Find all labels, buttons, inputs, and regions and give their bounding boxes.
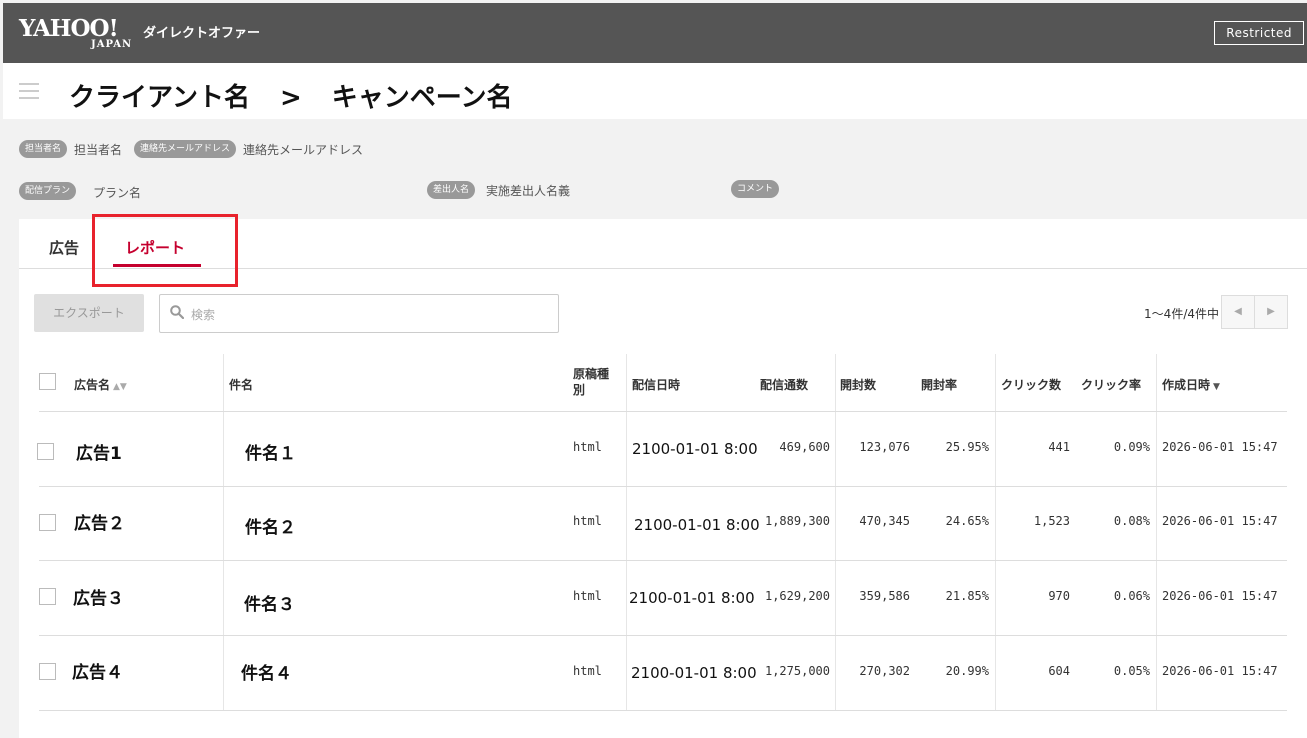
type: html bbox=[573, 514, 602, 528]
sender-pill: 差出人名 bbox=[427, 180, 476, 199]
header-ad-name[interactable]: 広告名 ▲▼ bbox=[74, 376, 127, 393]
pagination-summary: 1〜4件/4件中 bbox=[1144, 307, 1219, 321]
breadcrumb-separator: > bbox=[279, 83, 302, 113]
select-all-checkbox[interactable] bbox=[39, 373, 56, 390]
opens: 270,302 bbox=[859, 664, 910, 678]
logo-wordmark: YAHOO! bbox=[19, 15, 119, 42]
click-rate: 0.05% bbox=[1113, 664, 1150, 678]
export-button[interactable]: エクスポート bbox=[34, 294, 144, 332]
header-delivery-date: 配信日時 bbox=[632, 378, 681, 392]
header-clicks: クリック数 bbox=[1001, 378, 1062, 392]
breadcrumb-client[interactable]: クライアント名 bbox=[69, 83, 250, 113]
subject: 件名２ bbox=[245, 518, 296, 538]
row-checkbox[interactable] bbox=[39, 588, 56, 605]
open-rate: 20.99% bbox=[945, 664, 989, 678]
header-open-rate: 開封率 bbox=[921, 378, 958, 392]
ad-name[interactable]: 広告1 bbox=[76, 439, 122, 464]
type: html bbox=[573, 440, 602, 454]
tab-ads[interactable]: 広告 bbox=[49, 237, 79, 258]
header-opens: 開封数 bbox=[840, 378, 877, 392]
search-placeholder: 検索 bbox=[191, 308, 216, 322]
type: html bbox=[573, 664, 602, 678]
sent: 469,600 bbox=[779, 440, 830, 454]
breadcrumb-campaign: キャンペーン名 bbox=[331, 83, 513, 113]
manager-pill: 担当者名 bbox=[19, 140, 68, 158]
subject: 件名４ bbox=[241, 664, 292, 684]
table-header-row: 広告名 ▲▼ 件名 原稿種別 配信日時 配信通数 開封数 開封率 クリック数 クリ… bbox=[39, 354, 1287, 412]
sent: 1,889,300 bbox=[764, 514, 830, 528]
clicks: 1,523 bbox=[1033, 514, 1070, 528]
sent: 1,629,200 bbox=[764, 589, 830, 603]
open-rate: 24.65% bbox=[945, 514, 989, 528]
opens: 470,345 bbox=[859, 514, 910, 528]
opens: 359,586 bbox=[859, 589, 910, 603]
created: 2026-06-01 15:47 bbox=[1162, 664, 1278, 678]
created: 2026-06-01 15:47 bbox=[1162, 589, 1278, 603]
row-checkbox[interactable] bbox=[39, 663, 56, 680]
open-rate: 25.95% bbox=[945, 440, 989, 454]
sent: 1,275,000 bbox=[764, 664, 830, 678]
sort-icon[interactable]: ▲▼ bbox=[113, 382, 127, 392]
click-rate: 0.06% bbox=[1113, 589, 1150, 603]
prev-page-button[interactable]: ◀ bbox=[1221, 295, 1255, 329]
header-created[interactable]: 作成日時 ▼ bbox=[1162, 376, 1220, 393]
highlight-box bbox=[92, 214, 238, 287]
header-type: 原稿種別 bbox=[573, 367, 610, 397]
sort-desc-icon[interactable]: ▼ bbox=[1213, 382, 1220, 392]
title-bar: クライアント名 > キャンペーン名 bbox=[3, 63, 1307, 119]
next-icon: ▶ bbox=[1267, 306, 1275, 317]
table-row[interactable]: 広告４ 件名４ html 2100-01-01 8:00 1,275,000 2… bbox=[39, 636, 1287, 711]
report-panel: 広告 レポート エクスポート 検索 1〜4件/4件中 ◀ ▶ 広告名 ▲▼ 件名 … bbox=[19, 219, 1307, 738]
delivery-date: 2100-01-01 8:00 bbox=[634, 516, 760, 534]
search-input[interactable]: 検索 bbox=[159, 294, 559, 333]
plan-pill: 配信プラン bbox=[19, 181, 77, 200]
email-pill: 連絡先メールアドレス bbox=[134, 140, 237, 158]
created: 2026-06-01 15:47 bbox=[1162, 514, 1278, 528]
meta-comment: コメント bbox=[731, 180, 786, 198]
breadcrumb: クライアント名 > キャンペーン名 bbox=[69, 77, 512, 114]
meta-plan: 配信プラン プラン名 bbox=[19, 180, 141, 201]
plan-value: プラン名 bbox=[93, 186, 142, 200]
prev-icon: ◀ bbox=[1234, 306, 1242, 317]
header-click-rate: クリック率 bbox=[1081, 378, 1142, 392]
row-checkbox[interactable] bbox=[39, 514, 56, 531]
sender-value: 実施差出人名義 bbox=[486, 184, 571, 198]
created: 2026-06-01 15:47 bbox=[1162, 440, 1278, 454]
clicks: 441 bbox=[1048, 440, 1070, 454]
top-bar: YAHOO! JAPAN ダイレクトオファー Restricted bbox=[3, 3, 1307, 63]
restricted-badge: Restricted bbox=[1214, 21, 1304, 45]
comment-pill: コメント bbox=[731, 180, 780, 198]
logo-japan: JAPAN bbox=[91, 39, 133, 50]
type: html bbox=[573, 589, 602, 603]
subject: 件名１ bbox=[245, 444, 296, 464]
meta-manager: 担当者名 担当者名 連絡先メールアドレス 連絡先メールアドレス bbox=[19, 140, 363, 158]
next-page-button[interactable]: ▶ bbox=[1254, 295, 1288, 329]
clicks: 604 bbox=[1048, 664, 1070, 678]
ad-name[interactable]: 広告４ bbox=[72, 658, 123, 683]
yahoo-logo[interactable]: YAHOO! JAPAN ダイレクトオファー bbox=[19, 15, 260, 51]
ad-name[interactable]: 広告３ bbox=[73, 584, 124, 609]
subject: 件名３ bbox=[244, 595, 295, 615]
click-rate: 0.08% bbox=[1113, 514, 1150, 528]
header-sent: 配信通数 bbox=[760, 378, 809, 392]
opens: 123,076 bbox=[859, 440, 910, 454]
open-rate: 21.85% bbox=[945, 589, 989, 603]
table-row[interactable]: 広告1 件名１ html 2100-01-01 8:00 469,600 123… bbox=[37, 412, 1287, 487]
menu-icon[interactable] bbox=[19, 83, 39, 104]
search-icon bbox=[170, 305, 184, 319]
delivery-date: 2100-01-01 8:00 bbox=[631, 664, 757, 682]
click-rate: 0.09% bbox=[1113, 440, 1150, 454]
delivery-date: 2100-01-01 8:00 bbox=[632, 440, 758, 458]
header-subject: 件名 bbox=[229, 378, 254, 392]
service-name: ダイレクトオファー bbox=[143, 26, 261, 41]
clicks: 970 bbox=[1048, 589, 1070, 603]
table-row[interactable]: 広告２ 件名２ html 2100-01-01 8:00 1,889,300 4… bbox=[39, 487, 1287, 561]
delivery-date: 2100-01-01 8:00 bbox=[629, 589, 755, 607]
table-row[interactable]: 広告３ 件名３ html 2100-01-01 8:00 1,629,200 3… bbox=[39, 561, 1287, 636]
meta-sender: 差出人名 実施差出人名義 bbox=[427, 180, 570, 199]
manager-value: 担当者名 bbox=[74, 142, 123, 157]
ad-name[interactable]: 広告２ bbox=[74, 509, 125, 534]
email-value: 連絡先メールアドレス bbox=[243, 142, 364, 157]
row-checkbox[interactable] bbox=[37, 443, 54, 460]
